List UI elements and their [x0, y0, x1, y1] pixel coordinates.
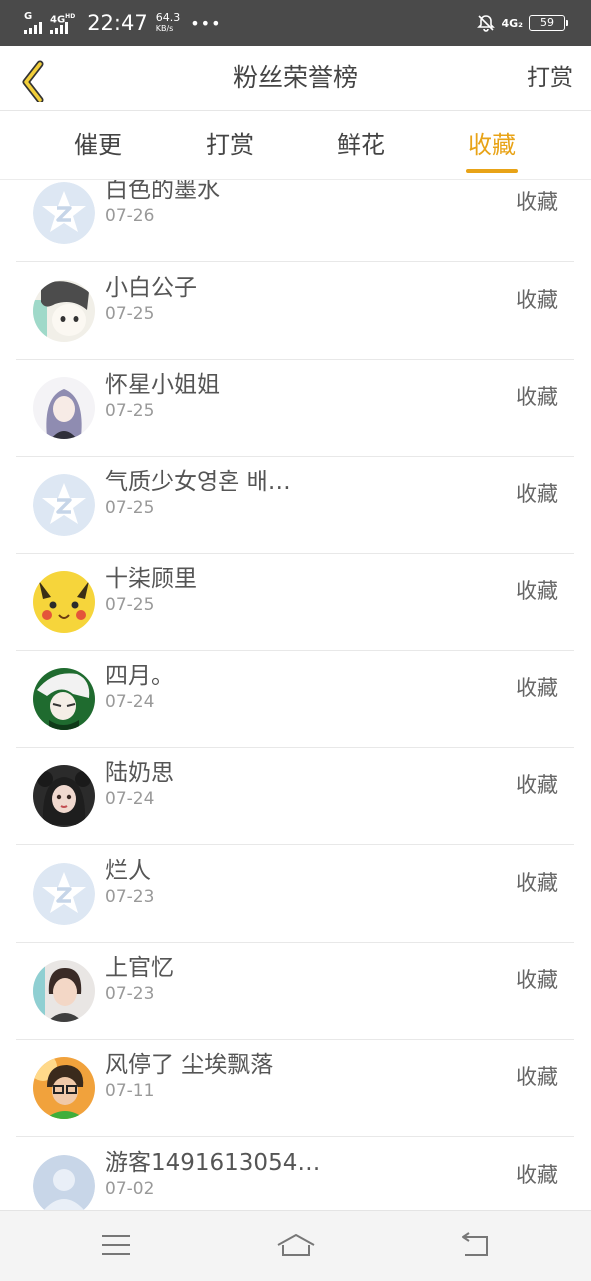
avatar: [33, 765, 95, 827]
avatar: [33, 474, 95, 536]
list-item-name: 四月。: [105, 663, 174, 689]
list-item[interactable]: 气质少女영혼 배… 07-25 收藏: [16, 456, 574, 554]
avatar: [33, 1155, 95, 1210]
tab-favorites[interactable]: 收藏: [442, 111, 542, 179]
list-item-date: 07-24: [105, 789, 155, 809]
list-item-action: 收藏: [516, 1163, 558, 1187]
list-item-action: 收藏: [516, 773, 558, 797]
list-item-name: 风停了 尘埃飘落: [105, 1052, 274, 1078]
list-item-action: 收藏: [516, 385, 558, 409]
guest-default-avatar-icon: [33, 1155, 95, 1210]
tab-flowers[interactable]: 鲜花: [311, 111, 411, 179]
list-item-action: 收藏: [516, 676, 558, 700]
tab-reward[interactable]: 打赏: [180, 111, 280, 179]
network-type: 4G₂: [501, 16, 523, 30]
tab-bar: 催更 打赏 鲜花 收藏: [0, 111, 591, 180]
avatar: [33, 960, 95, 1022]
back-icon: [462, 1232, 488, 1256]
list-item[interactable]: 四月。 07-24 收藏: [16, 650, 574, 748]
list-item-name: 烂人: [105, 858, 151, 884]
list-item-name: 十柒顾里: [105, 566, 197, 592]
battery-icon: 59: [529, 15, 568, 31]
page-title: 粉丝荣誉榜: [232, 63, 358, 92]
anime-boy-avatar-icon: [33, 280, 95, 342]
list-item-name: 游客1491613054…: [105, 1150, 321, 1176]
list-item[interactable]: 十柒顾里 07-25 收藏: [16, 553, 574, 651]
list-item-date: 07-25: [105, 304, 155, 324]
list-item-date: 07-23: [105, 984, 155, 1004]
pikachu-avatar-icon: [33, 571, 95, 633]
fan-list: 白色的墨水 07-26 收藏 小白公子 07-25 收藏 怀星小姐姐 07-25…: [0, 180, 591, 1210]
list-item-name: 白色的墨水: [105, 180, 220, 203]
list-item[interactable]: 风停了 尘埃飘落 07-11 收藏: [16, 1039, 574, 1137]
list-item-name: 怀星小姐姐: [105, 372, 220, 398]
avatar: [33, 377, 95, 439]
list-item-name: 陆奶思: [105, 760, 174, 786]
clock: 22:47: [87, 11, 148, 35]
list-item-date: 07-24: [105, 692, 155, 712]
avatar: [33, 280, 95, 342]
list-item-action: 收藏: [516, 482, 558, 506]
list-item[interactable]: 怀星小姐姐 07-25 收藏: [16, 359, 574, 457]
signal-sim2-icon: 4GHD: [50, 12, 75, 34]
list-item-name: 上官忆: [105, 955, 174, 981]
list-item-date: 07-11: [105, 1081, 155, 1101]
list-item-date: 07-23: [105, 887, 155, 907]
list-item[interactable]: 烂人 07-23 收藏: [16, 845, 574, 943]
list-item-date: 07-26: [105, 206, 155, 226]
list-item-date: 07-25: [105, 595, 155, 615]
list-item-action: 收藏: [516, 1065, 558, 1089]
qq-default-avatar-icon: [33, 863, 95, 925]
list-item-date: 07-02: [105, 1179, 155, 1199]
list-item-date: 07-25: [105, 498, 155, 518]
reward-button[interactable]: 打赏: [527, 46, 573, 110]
menu-button[interactable]: [94, 1225, 138, 1265]
list-item[interactable]: 陆奶思 07-24 收藏: [16, 747, 574, 845]
system-nav-bar: [0, 1210, 591, 1281]
bell-muted-icon: [477, 15, 496, 32]
child-photo-avatar-icon: [33, 960, 95, 1022]
list-item-action: 收藏: [516, 190, 558, 214]
status-bar: G 4GHD 22:47 64.3 KB/s ••• 4G₂ 59: [0, 0, 591, 46]
list-item-name: 小白公子: [105, 275, 197, 301]
glasses-boy-avatar-icon: [33, 1057, 95, 1119]
header: 粉丝荣誉榜 打赏: [0, 46, 591, 111]
dark-girl-avatar-icon: [33, 765, 95, 827]
list-item-action: 收藏: [516, 871, 558, 895]
avatar: [33, 863, 95, 925]
avatar: [33, 1057, 95, 1119]
avatar: [33, 182, 95, 244]
qq-default-avatar-icon: [33, 474, 95, 536]
network-speed: 64.3 KB/s: [155, 11, 181, 33]
signal-sim1-icon: G: [24, 12, 42, 34]
list-item-action: 收藏: [516, 968, 558, 992]
home-button[interactable]: [274, 1225, 318, 1265]
list-item[interactable]: 游客1491613054… 07-02 收藏: [16, 1137, 574, 1210]
back-nav-button[interactable]: [453, 1225, 497, 1265]
list-item-action: 收藏: [516, 579, 558, 603]
list-item-name: 气质少女영혼 배…: [105, 469, 291, 495]
avatar: [33, 571, 95, 633]
avatar: [33, 668, 95, 730]
list-item[interactable]: 小白公子 07-25 收藏: [16, 262, 574, 360]
green-anime-avatar-icon: [33, 668, 95, 730]
more-notifications-icon: •••: [190, 13, 222, 33]
list-item-action: 收藏: [516, 288, 558, 312]
list-item[interactable]: 上官忆 07-23 收藏: [16, 942, 574, 1040]
menu-icon: [102, 1235, 130, 1255]
list-item-date: 07-25: [105, 401, 155, 421]
list-item[interactable]: 白色的墨水 07-26 收藏: [16, 180, 574, 262]
anime-girl-avatar-icon: [33, 377, 95, 439]
home-icon: [277, 1234, 315, 1256]
qq-default-avatar-icon: [33, 182, 95, 244]
tab-urge[interactable]: 催更: [48, 111, 148, 179]
